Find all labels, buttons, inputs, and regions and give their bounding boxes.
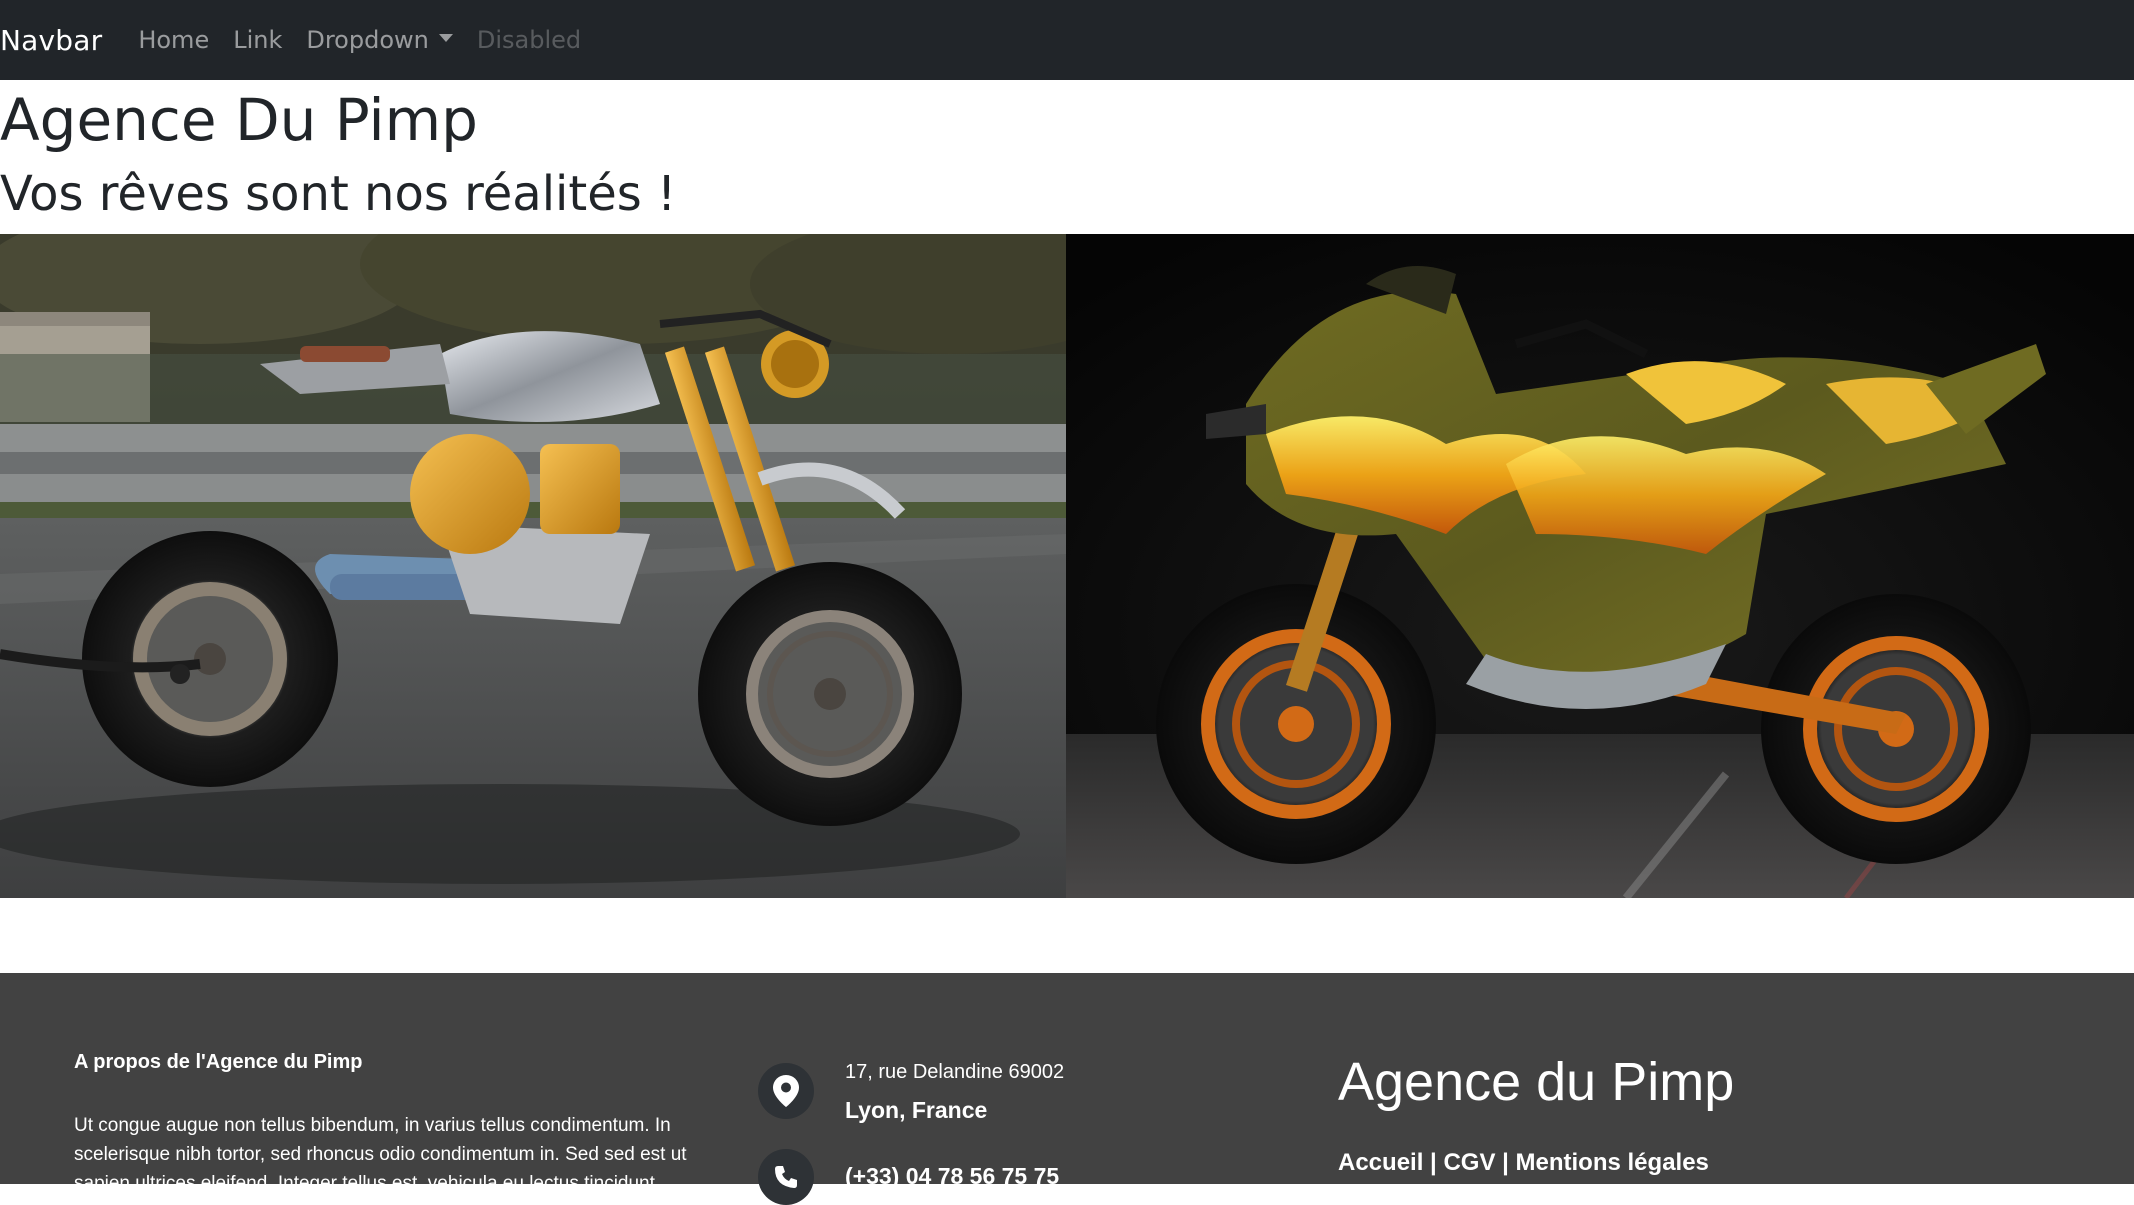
motorcycle-image-right <box>1066 234 2134 898</box>
footer-address-line1: 17, rue Delandine 69002 <box>845 1061 1065 1083</box>
footer-link-separator: | <box>1423 1149 1444 1176</box>
footer-about-title: A propos de l'Agence du Pimp <box>74 1051 363 1073</box>
phone-icon <box>758 1149 814 1205</box>
footer: A propos de l'Agence du Pimp Ut congue a… <box>0 973 2134 1205</box>
footer-brand-title: Agence du Pimp <box>1338 1052 1735 1112</box>
motorcycle-image-left <box>0 234 1066 898</box>
footer-phone[interactable]: (+33) 04 78 56 75 75 <box>845 1163 1059 1190</box>
footer-about-text: Ut congue augue non tellus bibendum, in … <box>74 1115 687 1194</box>
map-pin-icon <box>758 1063 814 1119</box>
footer-link-mentions-legales[interactable]: Mentions légales <box>1516 1149 1709 1176</box>
ducati-cafe-racer-photo <box>0 234 1066 898</box>
navbar: Navbar Home Link Dropdown Disabled <box>0 0 2134 80</box>
page-title: Agence Du Pimp <box>0 86 478 154</box>
nav-dropdown[interactable]: Dropdown <box>306 26 453 54</box>
nav-dropdown-label: Dropdown <box>306 26 429 54</box>
custom-painted-sportbike-photo <box>1066 234 2134 898</box>
page-subtitle: Vos rêves sont nos réalités ! <box>0 166 677 222</box>
navbar-brand[interactable]: Navbar <box>0 24 102 57</box>
footer-link-cgv[interactable]: CGV <box>1443 1149 1495 1176</box>
footer-link-separator: | <box>1495 1149 1516 1176</box>
nav-link-link[interactable]: Link <box>233 26 282 54</box>
nav-link-home[interactable]: Home <box>138 26 209 54</box>
caret-down-icon <box>438 34 453 42</box>
footer-address-line2: Lyon, France <box>845 1097 988 1123</box>
nav-link-disabled: Disabled <box>476 26 582 54</box>
footer-links: Accueil | CGV | Mentions légales <box>1338 1149 1709 1177</box>
footer-link-accueil[interactable]: Accueil <box>1338 1149 1423 1176</box>
